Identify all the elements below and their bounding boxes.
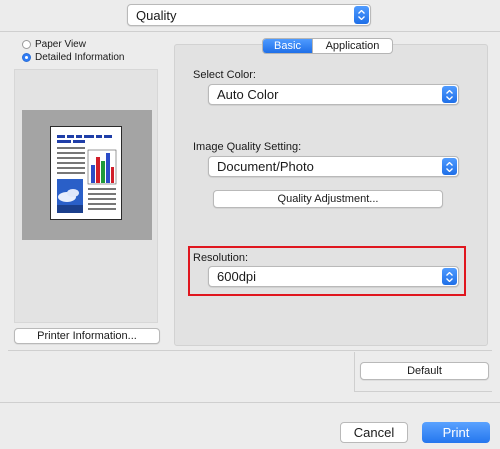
footer-divider [0,402,500,403]
image-quality-popup[interactable]: Document/Photo [208,156,459,177]
tab-basic[interactable]: Basic [263,39,312,53]
image-quality-value: Document/Photo [217,159,314,174]
cancel-button[interactable]: Cancel [340,422,408,443]
chevron-updown-icon [442,158,457,175]
resolution-label: Resolution: [193,252,249,264]
radio-detailed-information-label: Detailed Information [35,52,125,63]
tab-segmented-control: Basic Application [262,38,393,54]
default-section-divider [354,352,355,392]
radio-paper-view-button[interactable] [22,40,31,49]
page-preview-thumbnail [50,126,122,220]
default-button[interactable]: Default [360,362,489,380]
radio-paper-view[interactable]: Paper View [22,39,86,50]
tab-application-label: Application [325,40,380,52]
resolution-value: 600dpi [217,269,257,284]
tab-application[interactable]: Application [312,39,392,53]
chevron-updown-icon [442,268,457,285]
radio-detailed-information-button[interactable] [22,53,31,62]
print-label: Print [442,425,470,440]
select-color-label: Select Color: [193,69,256,81]
tab-basic-label: Basic [274,40,301,52]
select-color-value: Auto Color [217,87,279,102]
radio-detailed-information[interactable]: Detailed Information [22,52,125,63]
middle-divider [8,350,492,351]
printer-information-label: Printer Information... [37,330,137,342]
resolution-popup[interactable]: 600dpi [208,266,459,287]
default-label: Default [407,365,442,377]
quality-adjustment-label: Quality Adjustment... [277,193,379,205]
radio-paper-view-label: Paper View [35,39,86,50]
document-preview-icon [57,135,117,213]
chevron-updown-icon [354,6,369,24]
printer-information-button[interactable]: Printer Information... [14,328,160,344]
print-button[interactable]: Print [422,422,490,443]
chevron-updown-icon [442,86,457,103]
panel-popup-value: Quality [136,7,177,23]
panel-popup[interactable]: Quality [127,4,371,26]
select-color-popup[interactable]: Auto Color [208,84,459,105]
top-divider [0,31,500,32]
image-quality-label: Image Quality Setting: [193,141,302,153]
cancel-label: Cancel [353,425,395,440]
quality-adjustment-button[interactable]: Quality Adjustment... [213,190,443,208]
default-section-bottom-divider [354,391,492,392]
